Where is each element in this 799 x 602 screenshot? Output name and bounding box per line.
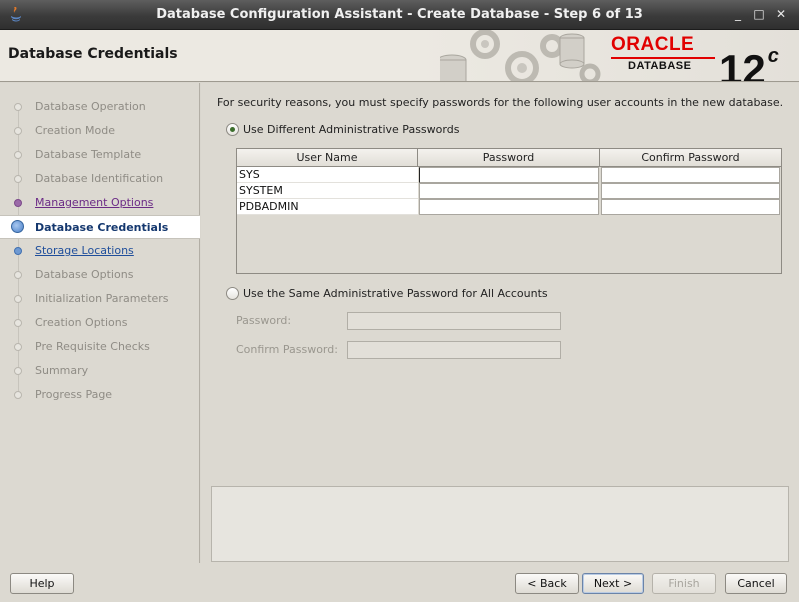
confirm-field-system[interactable] [601, 183, 780, 199]
nav-step-creation-mode: Creation Mode [0, 120, 200, 142]
window-title: Database Configuration Assistant - Creat… [156, 7, 643, 22]
password-field-pdbadmin[interactable] [419, 199, 599, 215]
password-field-system[interactable] [419, 183, 599, 199]
step-dot-icon [14, 127, 22, 135]
help-button[interactable]: Help [10, 573, 74, 594]
radio-same-password[interactable] [226, 287, 239, 300]
confirm-field-pdbadmin[interactable] [601, 199, 780, 215]
version-suffix: c [767, 45, 779, 67]
nav-step-database-template: Database Template [0, 144, 200, 166]
confirm-field-sys[interactable] [601, 167, 780, 183]
current-step-icon [11, 220, 24, 233]
page-title: Database Credentials [8, 46, 178, 62]
table-row-user: SYS [237, 167, 418, 183]
nav-step-database-credentials: Database Credentials [0, 215, 200, 239]
cancel-button[interactable]: Cancel [725, 573, 787, 594]
step-dot-icon [14, 175, 22, 183]
oracle-logo-text: ORACLE [611, 34, 695, 55]
wizard-footer: Help < Back Next > Finish Cancel [0, 563, 799, 602]
window-titlebar: Database Configuration Assistant - Creat… [0, 0, 799, 30]
next-button[interactable]: Next > [582, 573, 644, 594]
confirm-password-label: Confirm Password: [236, 343, 338, 356]
step-dot-icon [14, 319, 22, 327]
step-dot-icon [14, 367, 22, 375]
nav-step-database-options: Database Options [0, 264, 200, 286]
credentials-table: User Name Password Confirm Password SYS … [236, 148, 782, 274]
column-header-confirm-password[interactable]: Confirm Password [600, 149, 781, 167]
nav-step-management-options[interactable]: Management Options [0, 192, 200, 214]
option-same-label[interactable]: Use the Same Administrative Password for… [243, 287, 548, 300]
minimize-icon[interactable]: _ [731, 7, 745, 21]
step-dot-icon [14, 271, 22, 279]
nav-step-initialization-parameters: Initialization Parameters [0, 288, 200, 310]
gears-database-graphic-icon [440, 30, 601, 81]
column-header-password[interactable]: Password [418, 149, 600, 167]
finish-button[interactable]: Finish [652, 573, 716, 594]
intro-text: For security reasons, you must specify p… [217, 96, 784, 109]
step-dot-icon [14, 151, 22, 159]
nav-step-creation-options: Creation Options [0, 312, 200, 334]
step-dot-icon [14, 343, 22, 351]
oracle-product-text: DATABASE [628, 60, 692, 72]
messages-panel [211, 486, 789, 562]
nav-step-storage-locations[interactable]: Storage Locations [0, 240, 200, 262]
header-banner: Database Credentials ORACLE DATABASE 12 c [0, 30, 799, 82]
maximize-icon[interactable]: □ [752, 7, 766, 21]
version-number: 12 [719, 46, 766, 82]
version-badge: 12 c [719, 31, 779, 82]
back-button[interactable]: < Back [515, 573, 579, 594]
table-row-user: SYSTEM [237, 183, 418, 199]
step-dot-icon [14, 199, 22, 207]
main-content: For security reasons, you must specify p… [201, 83, 799, 563]
confirm-password-input[interactable] [347, 341, 561, 359]
step-dot-icon [14, 247, 22, 255]
radio-different-passwords[interactable] [226, 123, 239, 136]
nav-step-summary: Summary [0, 360, 200, 382]
nav-step-pre-requisite-checks: Pre Requisite Checks [0, 336, 200, 358]
step-dot-icon [14, 103, 22, 111]
step-dot-icon [14, 295, 22, 303]
column-header-user-name[interactable]: User Name [237, 149, 418, 167]
step-dot-icon [14, 391, 22, 399]
logo-rule [611, 57, 715, 59]
password-input[interactable] [347, 312, 561, 330]
step-navigation: Database Operation Creation Mode Databas… [0, 83, 200, 563]
password-label: Password: [236, 314, 292, 327]
option-different-label[interactable]: Use Different Administrative Passwords [243, 123, 459, 136]
password-field-sys[interactable] [419, 167, 599, 183]
nav-step-database-identification: Database Identification [0, 168, 200, 190]
nav-step-database-operation: Database Operation [0, 96, 200, 118]
nav-step-progress-page: Progress Page [0, 384, 200, 406]
close-icon[interactable]: ✕ [774, 7, 788, 21]
table-row-user: PDBADMIN [237, 199, 418, 215]
